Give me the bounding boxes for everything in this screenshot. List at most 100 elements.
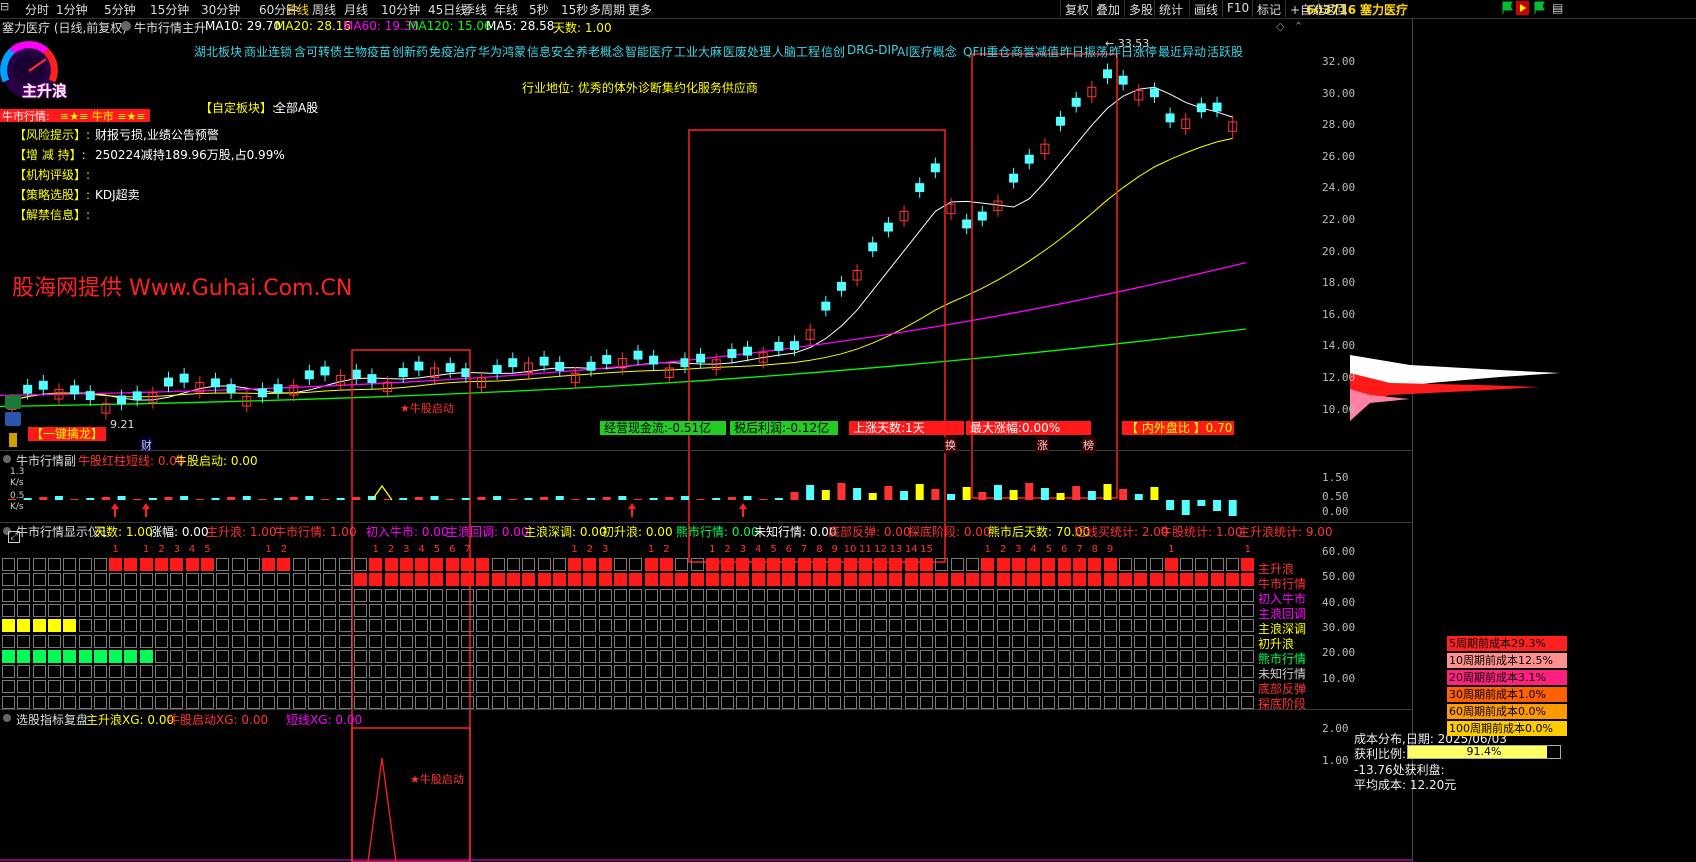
grid-cell — [445, 634, 459, 648]
sector-tag[interactable]: 华为鸿蒙 — [478, 43, 526, 60]
tab-period[interactable]: 10分钟 — [381, 1, 420, 18]
tab-period[interactable]: 15分钟 — [150, 1, 189, 18]
sector-tag[interactable]: 活跃股 — [1207, 43, 1243, 60]
sector-tag[interactable]: 医废处理 — [723, 43, 771, 60]
grid-cell — [262, 619, 276, 633]
price-tick: 18.00 — [1322, 276, 1356, 290]
sector-tag[interactable]: 生物疫苗 — [343, 43, 391, 60]
buy-arrow — [628, 503, 636, 517]
sector-tag[interactable]: QFII重仓 — [963, 43, 1010, 60]
expand-icon[interactable]: ⤢ — [8, 531, 20, 543]
toolbar-button[interactable]: 返回 — [1318, 0, 1351, 17]
sub1-bar — [289, 497, 298, 500]
sector-tag[interactable]: 创新药 — [392, 43, 428, 60]
sector-tag[interactable]: 工业大麻 — [674, 43, 722, 60]
sector-tag[interactable]: 智能医疗 — [625, 43, 673, 60]
toolbar-button[interactable]: 标记 — [1252, 0, 1285, 17]
flag-icon[interactable] — [1502, 1, 1514, 15]
sector-tag[interactable]: 信创 — [821, 43, 845, 60]
toolbar-button[interactable]: 复权 — [1060, 0, 1093, 17]
one-click-button[interactable]: 【一键擒龙】 — [28, 427, 107, 441]
grid-cell — [965, 603, 979, 617]
tab-period[interactable]: 45日线 — [428, 1, 467, 18]
tab-period[interactable]: 5秒 — [529, 1, 549, 18]
grid-cell — [751, 619, 765, 633]
grid-cell — [1011, 603, 1025, 617]
candle-body — [539, 356, 549, 366]
tab-period[interactable]: 日线 — [285, 1, 309, 18]
sector-tag[interactable]: DRG-DIP — [847, 43, 898, 57]
grid-cell — [1241, 665, 1255, 679]
grid-cell — [384, 634, 398, 648]
grid-cell — [568, 680, 582, 694]
grid-cell — [292, 603, 306, 617]
grid-cell — [491, 680, 505, 694]
grid-cell — [828, 695, 842, 709]
grid-cell — [124, 695, 138, 709]
grid-cell — [675, 588, 689, 602]
tab-period[interactable]: 5分钟 — [104, 1, 136, 18]
grid-cell — [1149, 634, 1163, 648]
play-icon[interactable] — [1516, 1, 1529, 15]
grid-cell — [537, 634, 551, 648]
sector-tag[interactable]: 养老概念 — [576, 43, 624, 60]
grid-cell — [659, 588, 673, 602]
tab-period[interactable]: 1分钟 — [56, 1, 88, 18]
grid-cell — [1057, 588, 1071, 602]
grid-cell — [292, 665, 306, 679]
toolbar-button[interactable]: 统计 — [1154, 0, 1187, 17]
layout-icon[interactable]: ▤ — [1552, 1, 1563, 15]
candle-body — [1009, 173, 1019, 183]
toolbar-button[interactable]: F10 — [1222, 0, 1253, 17]
grid-cell — [1180, 588, 1194, 602]
sector-tag[interactable]: 信息安全 — [527, 43, 575, 60]
tab-period[interactable]: 年线 — [494, 1, 518, 18]
grid-cell — [1057, 619, 1071, 633]
toolbar-button[interactable]: 叠加 — [1091, 0, 1124, 17]
tab-period[interactable]: 周线 — [312, 1, 336, 18]
toolbar-button[interactable]: 画线 — [1189, 0, 1222, 17]
grid-cell — [109, 680, 123, 694]
grid-cell — [170, 695, 184, 709]
chart-icon[interactable] — [5, 412, 21, 426]
flag2-icon[interactable] — [1534, 1, 1546, 15]
tab-period[interactable]: 30分钟 — [201, 1, 240, 18]
menu-icon[interactable]: ⊟ — [0, 0, 14, 16]
tab-period[interactable]: 分时 — [25, 1, 49, 18]
tab-period[interactable]: 多周期 — [589, 1, 625, 18]
grid-cell — [216, 558, 230, 571]
grid-cell — [445, 573, 459, 587]
tab-period[interactable]: 更多 — [628, 1, 652, 18]
grid-cell — [935, 619, 949, 633]
sub1-title[interactable]: 牛市行情副 — [16, 452, 76, 469]
grid-cell — [262, 665, 276, 679]
sector-tag[interactable]: 湖北板块 — [194, 43, 242, 60]
sector-tag[interactable]: 人脑工程 — [772, 43, 820, 60]
settings-icon[interactable] — [3, 455, 11, 463]
grid-cell — [614, 634, 627, 648]
tab-period[interactable]: 季线 — [463, 1, 487, 18]
toolbar-button[interactable]: 多股 — [1124, 0, 1157, 17]
sector-tag[interactable]: 含可转债 — [294, 43, 342, 60]
sector-tag[interactable]: 昨日振荡 — [1060, 43, 1108, 60]
grid-cell — [476, 619, 490, 633]
tab-period[interactable]: 月线 — [344, 1, 368, 18]
grid-cell — [1118, 649, 1132, 663]
sub3-title[interactable]: 选股指标复盘 — [16, 711, 88, 728]
grid-cell — [1057, 649, 1071, 663]
grid-cell — [2, 680, 15, 694]
grid-cell — [415, 634, 429, 648]
sector-tag[interactable]: 商业连锁 — [244, 43, 292, 60]
sector-tag[interactable]: 最近异动 — [1158, 43, 1206, 60]
settings-icon[interactable] — [3, 714, 11, 722]
tab-period[interactable]: 15秒 — [561, 1, 588, 18]
shield-icon[interactable] — [5, 395, 21, 409]
sector-tag[interactable]: 商誉减值 — [1011, 43, 1059, 60]
sub1-bar — [821, 490, 830, 500]
grid-cell — [828, 573, 842, 587]
sector-tag[interactable]: AI医疗概念 — [897, 43, 957, 60]
sub1-bar — [1228, 500, 1237, 516]
sector-tag[interactable]: 昨日涨停 — [1109, 43, 1157, 60]
grid-cell — [797, 558, 811, 571]
sector-tag[interactable]: 免疫治疗 — [429, 43, 477, 60]
